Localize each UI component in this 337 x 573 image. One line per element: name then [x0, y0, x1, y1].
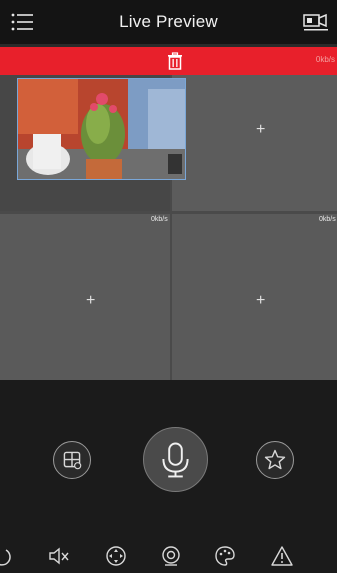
delete-drop-zone[interactable]: 0kb/s — [0, 47, 337, 75]
live-video-feed[interactable] — [17, 78, 186, 180]
power-icon[interactable] — [0, 545, 13, 567]
bitrate-label: 0kb/s — [315, 55, 335, 64]
layout-grid-icon — [63, 451, 82, 470]
bitrate-label: 0kb/s — [151, 216, 168, 223]
mute-icon[interactable] — [48, 545, 70, 567]
star-icon — [264, 449, 286, 470]
add-camera-icon[interactable]: + — [256, 292, 265, 310]
talk-button[interactable] — [143, 427, 208, 492]
video-window-3[interactable]: + — [0, 214, 170, 380]
video-window-2[interactable]: + — [172, 75, 337, 211]
add-camera-icon[interactable]: + — [86, 292, 95, 310]
top-bar: Live Preview — [0, 0, 337, 44]
image-settings-icon[interactable] — [214, 545, 236, 567]
add-camera-icon[interactable]: + — [256, 121, 265, 139]
trash-icon — [166, 52, 184, 70]
layout-button[interactable] — [53, 441, 91, 479]
capture-icon[interactable] — [160, 545, 182, 567]
alarm-icon[interactable] — [271, 545, 293, 567]
microphone-icon — [162, 442, 189, 478]
page-title: Live Preview — [119, 12, 218, 31]
video-window-4[interactable]: + — [172, 214, 337, 380]
camera-record-icon[interactable] — [303, 11, 329, 33]
bitrate-label: 0kb/s — [319, 216, 336, 223]
favorite-button[interactable] — [256, 441, 294, 479]
ptz-direction-icon[interactable] — [105, 545, 127, 567]
list-menu-icon[interactable] — [10, 10, 34, 34]
